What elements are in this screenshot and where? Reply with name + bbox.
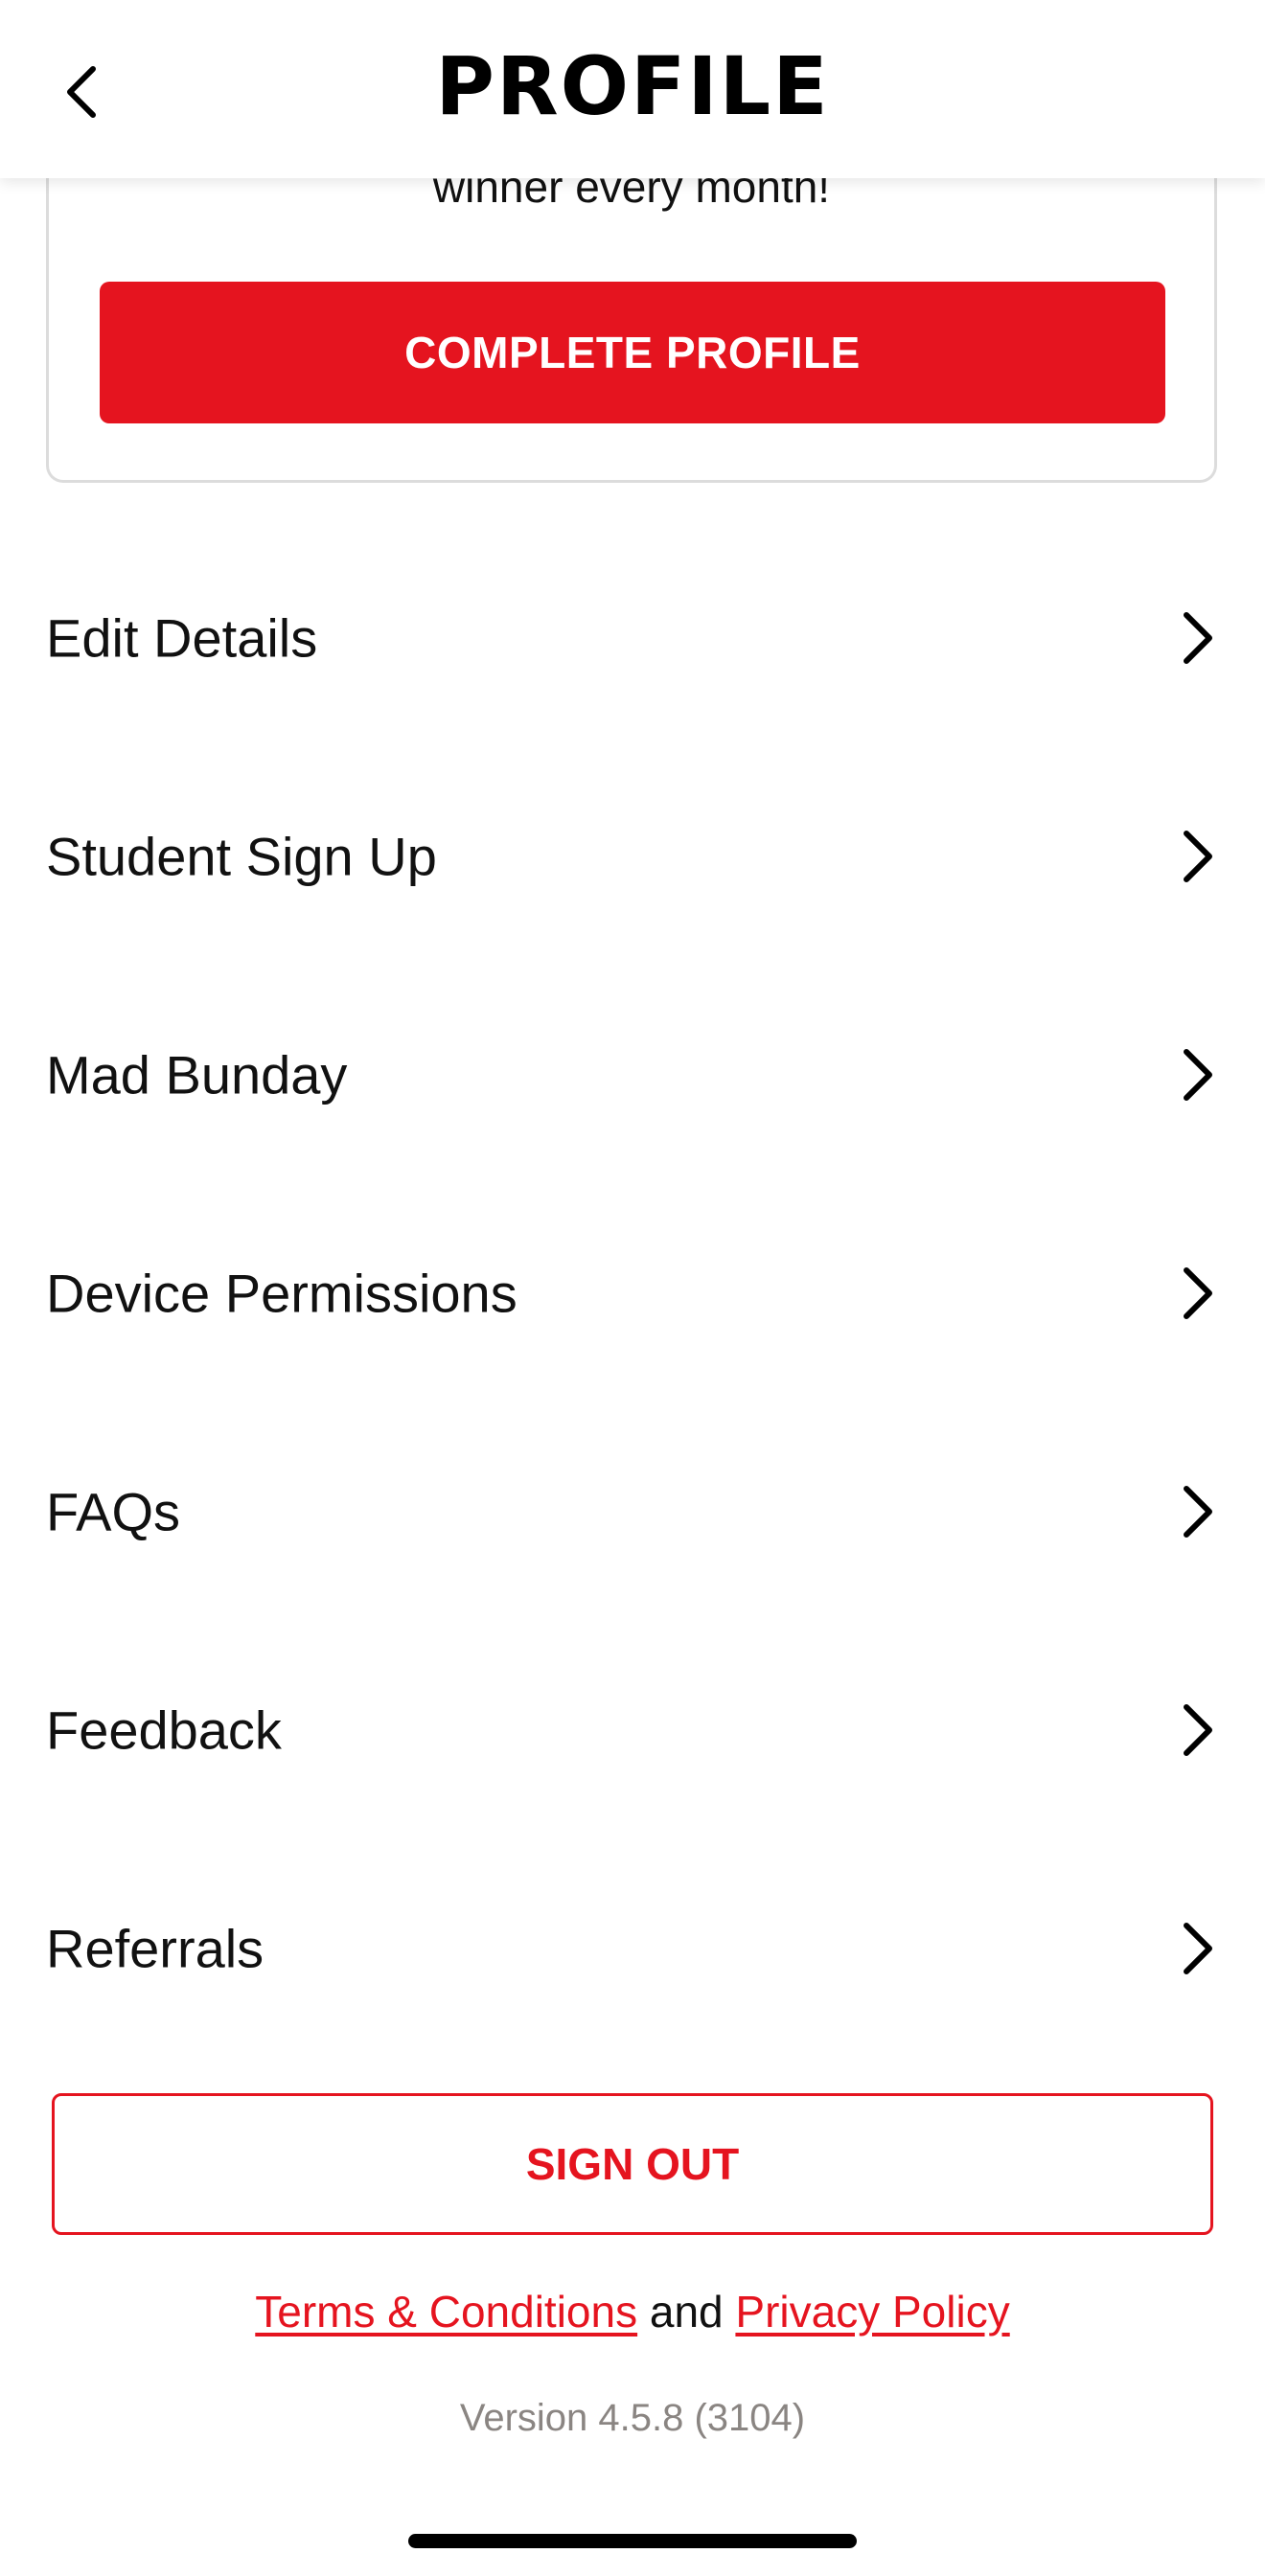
menu-item-student-sign-up[interactable]: Student Sign Up	[0, 747, 1265, 966]
menu-item-device-permissions[interactable]: Device Permissions	[0, 1184, 1265, 1402]
legal-joiner: and	[649, 2287, 724, 2337]
menu-item-label: Student Sign Up	[46, 826, 437, 887]
terms-conditions-link[interactable]: Terms & Conditions	[255, 2287, 637, 2337]
menu-item-label: Device Permissions	[46, 1263, 518, 1324]
menu-item-edit-details[interactable]: Edit Details	[0, 529, 1265, 747]
chevron-right-icon	[1184, 1267, 1212, 1319]
menu-item-label: Mad Bunday	[46, 1044, 348, 1106]
menu-item-label: Feedback	[46, 1699, 282, 1761]
menu-item-label: Edit Details	[46, 607, 318, 669]
menu-item-referrals[interactable]: Referrals	[0, 1839, 1265, 2058]
chevron-right-icon	[1184, 1923, 1212, 1974]
app-version: Version 4.5.8 (3104)	[459, 2397, 806, 2439]
menu-item-faqs[interactable]: FAQs	[0, 1402, 1265, 1621]
menu-item-mad-bunday[interactable]: Mad Bunday	[0, 966, 1265, 1184]
complete-profile-button[interactable]: COMPLETE PROFILE	[100, 282, 1165, 423]
chevron-right-icon	[1184, 1049, 1212, 1101]
chevron-right-icon	[1184, 612, 1212, 664]
top-navigation-bar: PROFILE	[0, 0, 1265, 178]
profile-menu-list: Edit Details Student Sign Up Mad Bunday …	[0, 529, 1265, 2058]
chevron-right-icon	[1184, 1486, 1212, 1538]
legal-links: Terms & Conditions and Privacy Policy	[0, 2286, 1265, 2337]
chevron-right-icon	[1184, 831, 1212, 882]
home-indicator[interactable]	[408, 2534, 857, 2548]
menu-item-feedback[interactable]: Feedback	[0, 1621, 1265, 1839]
privacy-policy-link[interactable]: Privacy Policy	[735, 2287, 1009, 2337]
menu-item-label: FAQs	[46, 1481, 181, 1542]
page-title: PROFILE	[435, 39, 830, 133]
sign-out-button[interactable]: SIGN OUT	[52, 2093, 1213, 2235]
menu-item-label: Referrals	[46, 1918, 264, 1979]
chevron-right-icon	[1184, 1704, 1212, 1756]
